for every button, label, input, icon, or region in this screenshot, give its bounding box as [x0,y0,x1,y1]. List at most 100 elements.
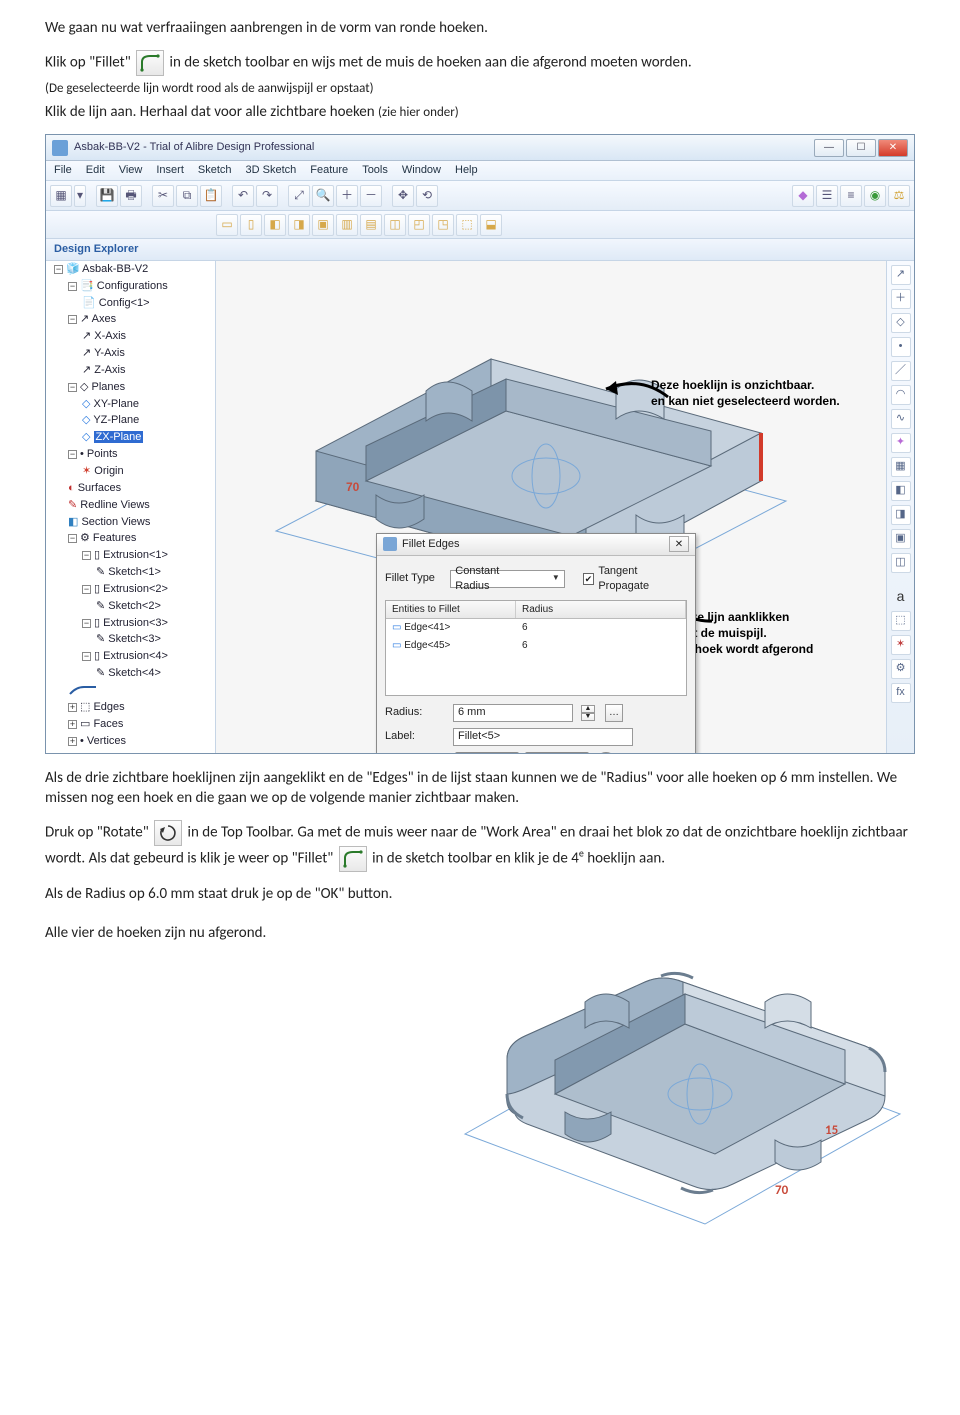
menu-feature[interactable]: Feature [310,163,348,178]
rp-10-icon[interactable]: ◧ [891,481,911,501]
tb2-2-icon[interactable]: ▯ [240,214,262,236]
tb2-6-icon[interactable]: ▥ [336,214,358,236]
tb-zoomin-icon[interactable]: ＋ [336,185,358,207]
tree-xy[interactable]: ◇ XY-Plane [54,396,215,413]
tb-paste-icon[interactable]: 📋 [200,185,222,207]
rp-14-icon[interactable]: ⬚ [891,611,911,631]
tb2-3-icon[interactable]: ◧ [264,214,286,236]
work-area[interactable]: 70 Deze hoeklijn is onzichtbaar. en kan … [216,261,886,753]
tb2-11-icon[interactable]: ⬚ [456,214,478,236]
tree-zaxis[interactable]: ↗ Z-Axis [54,362,215,379]
tb-pan-icon[interactable]: ✥ [392,185,414,207]
rp-17-icon[interactable]: fx [891,683,911,703]
tb-cut-icon[interactable]: ✂ [152,185,174,207]
tb-print-icon[interactable]: 🖶 [120,185,142,207]
tree-faces[interactable]: +▭ Faces [54,716,215,733]
menu-3dsketch[interactable]: 3D Sketch [246,163,297,178]
rp-16-icon[interactable]: ⚙ [891,659,911,679]
tb-redo-icon[interactable]: ↷ [256,185,278,207]
tree-zx[interactable]: ◇ ZX-Plane [54,429,215,446]
help-button[interactable]: ? [595,752,617,753]
tree-sk4[interactable]: ✎ Sketch<4> [54,665,215,682]
close-button[interactable]: ✕ [878,139,908,157]
rp-15-icon[interactable]: ✶ [891,635,911,655]
rp-11-icon[interactable]: ◨ [891,505,911,525]
tree-redline[interactable]: ✎ Redline Views [54,497,215,514]
tb2-1-icon[interactable]: ▭ [216,214,238,236]
minimize-button[interactable]: — [814,139,844,157]
rp-6-icon[interactable]: ◠ [891,385,911,405]
tree-vertices[interactable]: +• Vertices [54,733,215,750]
rp-13-icon[interactable]: ◫ [891,553,911,573]
tb-zoomout-icon[interactable]: － [360,185,382,207]
tree-configs[interactable]: −📑 Configurations [54,278,215,295]
menu-insert[interactable]: Insert [156,163,184,178]
tb-undo-icon[interactable]: ↶ [232,185,254,207]
tb-r2-icon[interactable]: ☰ [816,185,838,207]
dialog-close-icon[interactable]: ✕ [669,536,689,552]
rp-5-icon[interactable]: ／ [891,361,911,381]
tb-r5-icon[interactable]: ⚖ [888,185,910,207]
tb-save-icon[interactable]: 💾 [96,185,118,207]
table-row[interactable]: ▭ Edge<41> 6 [386,619,686,637]
menu-help[interactable]: Help [455,163,478,178]
tree-axes[interactable]: −↗ Axes [54,311,215,328]
rp-7-icon[interactable]: ∿ [891,409,911,429]
radius-input[interactable]: 6 mm [453,704,573,722]
tree-points[interactable]: −• Points [54,446,215,463]
tb2-4-icon[interactable]: ◨ [288,214,310,236]
tree-ext2[interactable]: −▯ Extrusion<2> [54,581,215,598]
tree-planes[interactable]: −◇ Planes [54,379,215,396]
rp-8-icon[interactable]: ✦ [891,433,911,453]
tb-r1-icon[interactable]: ◆ [792,185,814,207]
menu-sketch[interactable]: Sketch [198,163,232,178]
tree-sk2[interactable]: ✎ Sketch<2> [54,598,215,615]
tb-r4-icon[interactable]: ◉ [864,185,886,207]
tb2-8-icon[interactable]: ◫ [384,214,406,236]
rp-4-icon[interactable]: • [891,337,911,357]
tree-yaxis[interactable]: ↗ Y-Axis [54,345,215,362]
tb-zoomwin-icon[interactable]: 🔍 [312,185,334,207]
rp-2-icon[interactable]: ＋ [891,289,911,309]
radius-more-button[interactable]: … [605,704,623,722]
tb-zoomfit-icon[interactable]: ⤢ [288,185,310,207]
label-input[interactable]: Fillet<5> [453,728,633,746]
tb2-7-icon[interactable]: ▤ [360,214,382,236]
tree-ext4[interactable]: −▯ Extrusion<4> [54,648,215,665]
rp-9-icon[interactable]: ▦ [891,457,911,477]
tree-yz[interactable]: ◇ YZ-Plane [54,412,215,429]
tree-ext1[interactable]: −▯ Extrusion<1> [54,547,215,564]
menu-edit[interactable]: Edit [86,163,105,178]
tree-features[interactable]: −⚙ Features [54,530,215,547]
tree-edges[interactable]: +⬚ Edges [54,699,215,716]
rp-12-icon[interactable]: ▣ [891,529,911,549]
radius-spinner[interactable]: ▲▼ [581,705,595,721]
tb-doc-icon[interactable]: ▦ [50,185,72,207]
ok-button[interactable]: OK [455,752,519,753]
menu-tools[interactable]: Tools [362,163,388,178]
tree-config1[interactable]: 📄 Config<1> [54,295,215,312]
tb2-12-icon[interactable]: ⬓ [480,214,502,236]
rp-1-icon[interactable]: ↗ [891,265,911,285]
tb-rotate-icon[interactable]: ⟲ [416,185,438,207]
tb2-9-icon[interactable]: ◰ [408,214,430,236]
tangent-checkbox[interactable]: ✔ [583,573,595,585]
tree-section[interactable]: ◧ Section Views [54,514,215,531]
tree-surfaces[interactable]: ◐ Surfaces [54,480,215,497]
maximize-button[interactable]: ☐ [846,139,876,157]
tb-r3-icon[interactable]: ≡ [840,185,862,207]
tree-sk3[interactable]: ✎ Sketch<3> [54,631,215,648]
tree-ext3[interactable]: −▯ Extrusion<3> [54,615,215,632]
tree-origin[interactable]: ✶ Origin [54,463,215,480]
menu-window[interactable]: Window [402,163,441,178]
rp-3-icon[interactable]: ◇ [891,313,911,333]
menu-file[interactable]: File [54,163,72,178]
tb2-10-icon[interactable]: ◳ [432,214,454,236]
cancel-button[interactable]: Cancel [525,752,589,753]
tree-root[interactable]: −🧊 Asbak-BB-V2 [54,261,215,278]
tree-sk1[interactable]: ✎ Sketch<1> [54,564,215,581]
fillet-type-select[interactable]: Constant Radius▼ [450,570,564,588]
tb2-5-icon[interactable]: ▣ [312,214,334,236]
tree-edges-fillet[interactable] [54,682,215,699]
tree-xaxis[interactable]: ↗ X-Axis [54,328,215,345]
